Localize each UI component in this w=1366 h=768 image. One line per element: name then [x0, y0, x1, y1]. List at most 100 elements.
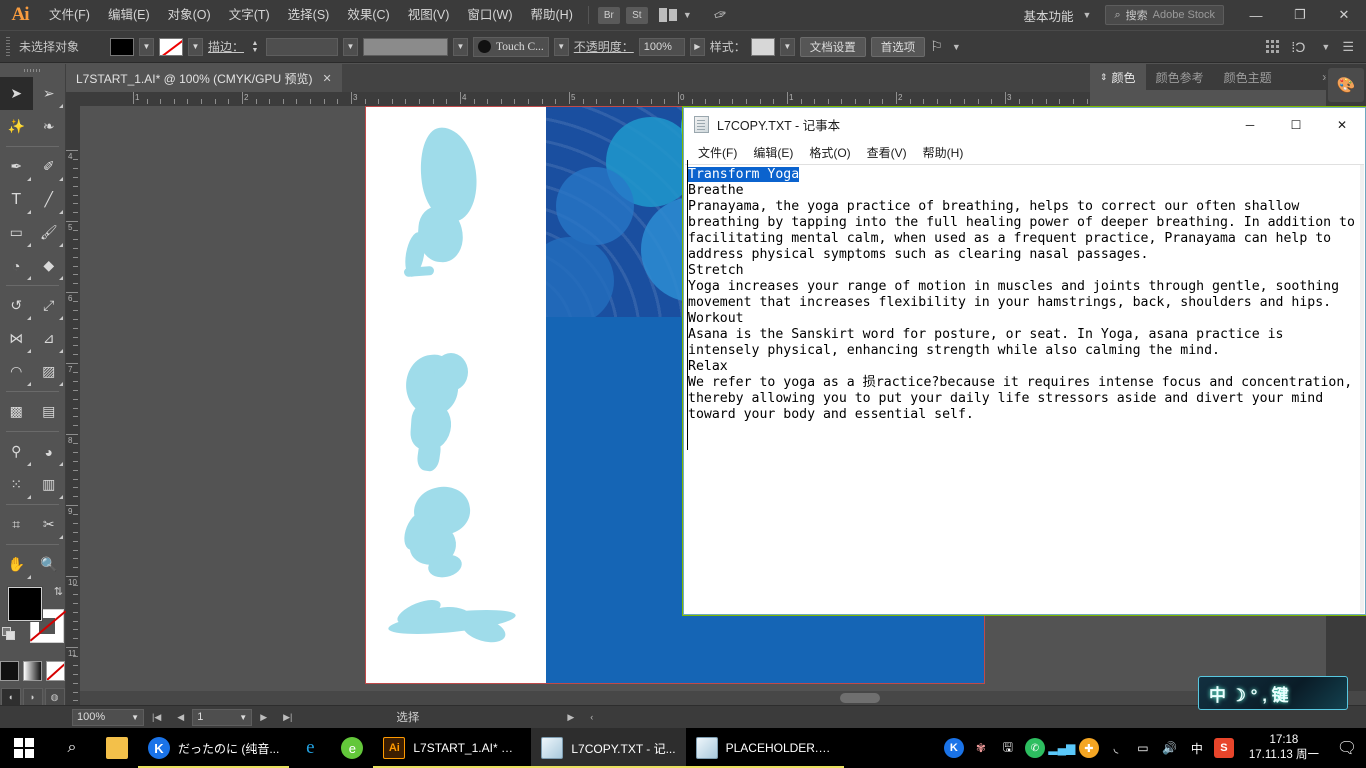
- tab-color[interactable]: ⇕ 颜色: [1090, 64, 1146, 90]
- taskbar-item-file-explorer[interactable]: [96, 728, 138, 768]
- none-mode-icon[interactable]: [46, 661, 65, 681]
- status-menu-arrow[interactable]: ▶: [559, 712, 582, 723]
- menu-effect[interactable]: 效果(C): [338, 0, 398, 30]
- notepad-menu-file[interactable]: 文件(F): [690, 142, 745, 163]
- slice-tool[interactable]: ✂: [33, 508, 66, 541]
- search-icon[interactable]: ⌕: [48, 728, 96, 768]
- opacity-input[interactable]: 100%: [639, 38, 685, 56]
- tab-color-guide[interactable]: 颜色参考: [1146, 64, 1214, 90]
- paintbrush-tool[interactable]: 🖌: [33, 216, 66, 249]
- 360-shield-icon[interactable]: ✚: [1079, 738, 1099, 758]
- hand-tool[interactable]: ✋: [0, 548, 33, 581]
- battery-icon[interactable]: ▭: [1133, 738, 1153, 758]
- pen-tool[interactable]: ✒: [0, 150, 33, 183]
- horizontal-scrollbar-thumb[interactable]: [840, 693, 880, 703]
- notepad-minimize-button[interactable]: ─: [1227, 108, 1273, 141]
- width-profile-dropdown[interactable]: ▼: [453, 38, 468, 56]
- notepad-menu-help[interactable]: 帮助(H): [915, 142, 972, 163]
- eraser-tool[interactable]: ◆: [33, 249, 66, 282]
- menu-file[interactable]: 文件(F): [40, 0, 99, 30]
- taskbar-clock[interactable]: 17:18 17.11.13 周一: [1241, 733, 1327, 763]
- align-icon[interactable]: ⚐: [930, 38, 943, 55]
- draw-normal-icon[interactable]: ◖: [1, 688, 21, 706]
- share-icon[interactable]: ✑: [711, 3, 730, 26]
- magic-wand-tool[interactable]: ✨: [0, 110, 33, 143]
- type-tool[interactable]: T: [0, 183, 33, 216]
- scale-tool[interactable]: ⤢: [33, 289, 66, 322]
- app-close-button[interactable]: ✕: [1322, 0, 1366, 30]
- notepad-window[interactable]: L7COPY.TXT - 记事本 ─ ☐ ✕ 文件(F) 编辑(E) 格式(O)…: [683, 107, 1366, 615]
- panel-menu-icon[interactable]: ☰: [1342, 42, 1354, 52]
- artboard-nav-last[interactable]: ▶|: [275, 712, 300, 723]
- selection-tool[interactable]: ➤: [0, 77, 33, 110]
- taskbar-item-360-browser[interactable]: e: [331, 728, 373, 768]
- style-dropdown[interactable]: ▼: [780, 38, 795, 56]
- draw-inside-icon[interactable]: ◍: [45, 688, 65, 706]
- workspace-switcher[interactable]: 基本功能 ▼: [1016, 3, 1100, 28]
- taskbar-item-notepad-l7copy[interactable]: L7COPY.TXT - 记...: [531, 728, 685, 768]
- app-restore-button[interactable]: ❐: [1278, 0, 1322, 30]
- notepad-titlebar[interactable]: L7COPY.TXT - 记事本 ─ ☐ ✕: [684, 108, 1365, 141]
- shape-builder-tool[interactable]: ◠: [0, 355, 33, 388]
- rotate-tool[interactable]: ↺: [0, 289, 33, 322]
- brush-definition-selector[interactable]: Touch C...: [473, 37, 549, 57]
- stroke-weight-label[interactable]: 描边：: [208, 38, 244, 55]
- notepad-close-button[interactable]: ✕: [1319, 108, 1365, 141]
- menu-view[interactable]: 视图(V): [399, 0, 459, 30]
- scroll-down-icon[interactable]: ⌄: [1360, 596, 1366, 613]
- symbol-sprayer-tool[interactable]: ⁙: [0, 468, 33, 501]
- bridge-icon[interactable]: Br: [598, 7, 620, 24]
- menu-window[interactable]: 窗口(W): [458, 0, 521, 30]
- menu-object[interactable]: 对象(O): [159, 0, 220, 30]
- wifi-icon[interactable]: ◟: [1106, 738, 1126, 758]
- status-resize-grip[interactable]: ‹: [582, 712, 601, 722]
- close-icon[interactable]: ✕: [322, 72, 331, 85]
- ime-floating-bar[interactable]: 中 ☽ ° , 键: [1198, 676, 1348, 710]
- gradient-mode-icon[interactable]: [23, 661, 42, 681]
- artboard-tool[interactable]: ⌗: [0, 508, 33, 541]
- fill-swatch-large[interactable]: [8, 587, 42, 621]
- document-setup-button[interactable]: 文档设置: [800, 37, 866, 57]
- windows-start-icon[interactable]: [0, 728, 48, 768]
- sogou-icon[interactable]: S: [1214, 738, 1234, 758]
- width-tool[interactable]: ⋈: [0, 322, 33, 355]
- perspective-grid-tool[interactable]: ▨: [33, 355, 66, 388]
- stroke-dropdown-arrow[interactable]: ▼: [188, 38, 203, 56]
- taskbar-item-kugou-music[interactable]: Kだったのに (纯音...: [138, 728, 289, 768]
- notepad-menu-edit[interactable]: 编辑(E): [745, 142, 801, 163]
- free-transform-tool[interactable]: ⊿: [33, 322, 66, 355]
- vertical-ruler[interactable]: 4567891011: [66, 106, 80, 705]
- distribute-icon[interactable]: ⁞Ɔ: [1291, 39, 1305, 55]
- scroll-up-icon[interactable]: ⌃: [1360, 165, 1366, 182]
- mesh-tool[interactable]: ▩: [0, 395, 33, 428]
- signal-bars-icon[interactable]: ▂▄▆: [1052, 738, 1072, 758]
- control-bar-grip[interactable]: [6, 37, 10, 57]
- arrange-documents-icon[interactable]: ▼: [659, 8, 692, 22]
- brush-dropdown[interactable]: ▼: [554, 38, 569, 56]
- eyedropper-tool[interactable]: ⚲: [0, 435, 33, 468]
- stroke-color-swatch[interactable]: [159, 38, 183, 56]
- tab-color-themes[interactable]: 颜色主题: [1214, 64, 1282, 90]
- fill-color-swatch[interactable]: [110, 38, 134, 56]
- fill-dropdown-arrow[interactable]: ▼: [139, 38, 154, 56]
- color-mode-icon[interactable]: [0, 661, 19, 681]
- wechat-icon[interactable]: ✆: [1025, 738, 1045, 758]
- menu-type[interactable]: 文字(T): [220, 0, 279, 30]
- blend-tool[interactable]: ◕: [33, 435, 66, 468]
- notepad-text-area[interactable]: Transform Yoga Breathe Pranayama, the yo…: [685, 165, 1359, 613]
- zoom-tool[interactable]: 🔍: [33, 548, 66, 581]
- stroke-weight-dropdown[interactable]: ▼: [343, 38, 358, 56]
- menu-edit[interactable]: 编辑(E): [99, 0, 159, 30]
- adobe-stock-search[interactable]: ⌕ 搜索 Adobe Stock: [1105, 5, 1224, 25]
- zoom-level-selector[interactable]: 100% ▼: [72, 709, 144, 726]
- direct-selection-tool[interactable]: ➢: [33, 77, 66, 110]
- variable-width-profile[interactable]: [363, 38, 448, 56]
- opacity-dropdown[interactable]: ▶: [690, 38, 705, 56]
- artboard-nav-first[interactable]: |◀: [144, 712, 169, 723]
- artboard-number-input[interactable]: 1 ▼: [192, 709, 252, 726]
- taskbar-item-notepad-placeholder[interactable]: PLACEHOLDER.TX...: [686, 728, 844, 768]
- shaper-tool[interactable]: ◔: [0, 249, 33, 282]
- sakura-tray-icon[interactable]: ✾: [971, 738, 991, 758]
- volume-icon[interactable]: 🔊: [1160, 738, 1180, 758]
- notepad-menu-format[interactable]: 格式(O): [801, 142, 858, 163]
